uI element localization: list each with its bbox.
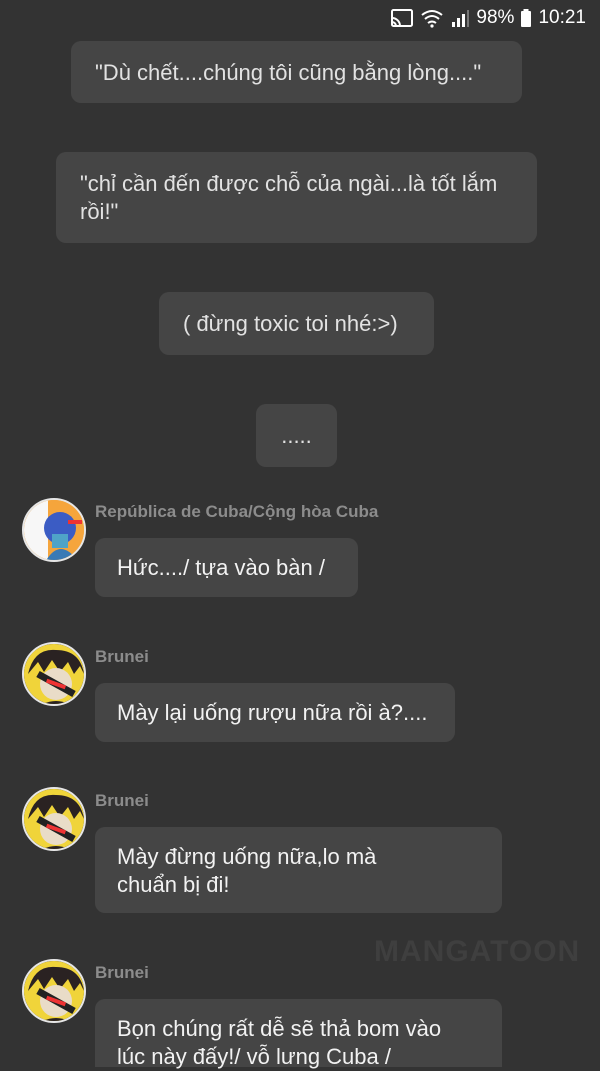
message-bubble: Mày đừng uống nữa,lo mà chuẩn bị đi! bbox=[95, 827, 502, 913]
message-text: Mày đừng uống nữa,lo mà chuẩn bị đi! bbox=[117, 844, 377, 897]
narration-box: "Dù chết....chúng tôi cũng bằng lòng....… bbox=[71, 41, 522, 103]
clock: 10:21 bbox=[538, 7, 586, 28]
signal-icon bbox=[450, 8, 470, 28]
message-bubble: Bọn chúng rất dễ sẽ thả bom vào lúc này … bbox=[95, 999, 502, 1069]
sender-name: República de Cuba/Cộng hòa Cuba bbox=[95, 502, 379, 521]
message-bubble: Hức..../ tựa vào bàn / bbox=[95, 538, 358, 597]
battery-percent: 98% bbox=[476, 7, 515, 28]
sender-name: Brunei bbox=[95, 791, 149, 810]
avatar[interactable] bbox=[22, 959, 86, 1023]
message-text: Bọn chúng rất dễ sẽ thả bom vào lúc này … bbox=[117, 1016, 442, 1069]
battery-icon bbox=[520, 8, 532, 28]
message-bubble: Mày lại uống rượu nữa rồi à?.... bbox=[95, 683, 455, 742]
sender-name: Brunei bbox=[95, 963, 149, 982]
wifi-icon bbox=[420, 8, 444, 28]
sender-name: Brunei bbox=[95, 647, 149, 666]
watermark: MANGATOON bbox=[374, 935, 581, 968]
narration-box: "chỉ cần đến được chỗ của ngài...là tốt … bbox=[56, 152, 537, 243]
narration-box: ..... bbox=[256, 404, 337, 467]
narration-text: ( đừng toxic toi nhé:>) bbox=[183, 311, 398, 336]
message-text: Hức..../ tựa vào bàn / bbox=[117, 555, 325, 580]
narration-text: ..... bbox=[281, 423, 312, 448]
avatar[interactable] bbox=[22, 498, 86, 562]
avatar[interactable] bbox=[22, 787, 86, 851]
narration-text: "Dù chết....chúng tôi cũng bằng lòng....… bbox=[95, 60, 482, 85]
cast-icon bbox=[390, 8, 414, 28]
narration-box: ( đừng toxic toi nhé:>) bbox=[159, 292, 434, 355]
status-bar: 98% 10:21 bbox=[0, 0, 600, 36]
narration-text: "chỉ cần đến được chỗ của ngài...là tốt … bbox=[80, 171, 498, 224]
message-text: Mày lại uống rượu nữa rồi à?.... bbox=[117, 700, 428, 725]
avatar[interactable] bbox=[22, 642, 86, 706]
